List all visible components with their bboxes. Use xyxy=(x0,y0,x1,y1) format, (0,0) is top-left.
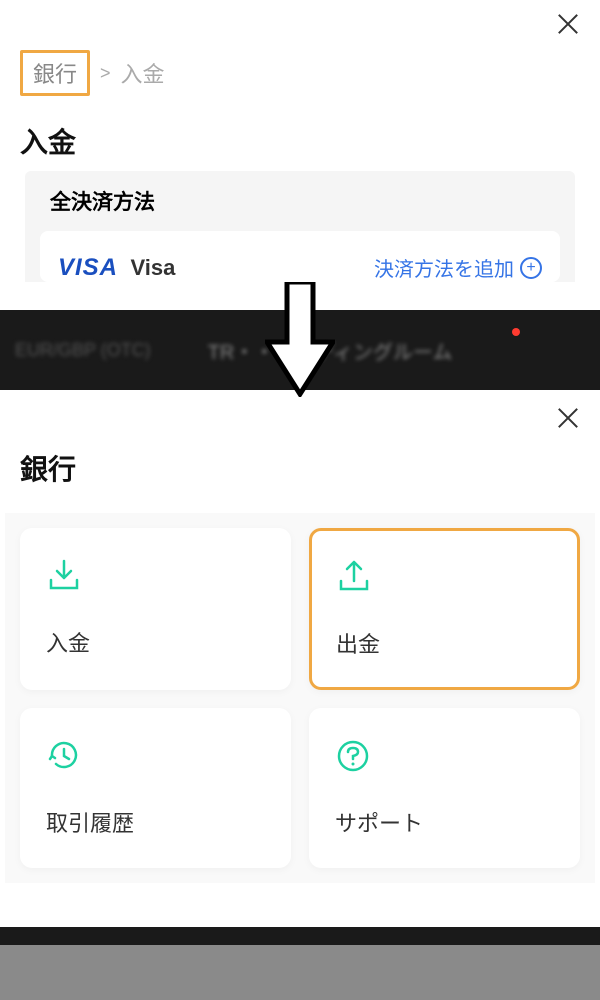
visa-label: Visa xyxy=(130,255,175,280)
tile-support[interactable]: サポート xyxy=(309,708,580,868)
breadcrumb: 銀行 > 入金 xyxy=(0,0,600,96)
close-icon xyxy=(554,404,582,432)
visa-container: VISA Visa xyxy=(58,254,175,282)
page-title-deposit: 入金 xyxy=(0,96,600,171)
bottom-panel: 銀行 入金 出金 xyxy=(0,390,600,883)
upload-icon xyxy=(336,559,372,595)
add-payment-button[interactable]: 決済方法を追加 + xyxy=(374,253,542,282)
download-icon xyxy=(46,558,82,594)
down-arrow-icon xyxy=(265,282,335,402)
tile-deposit-label: 入金 xyxy=(46,626,265,658)
footer-bar-gray xyxy=(0,945,600,1000)
footer-bar-dark xyxy=(0,927,600,945)
payment-methods-header: 全決済方法 xyxy=(25,186,575,231)
tile-withdraw-label: 出金 xyxy=(336,627,553,659)
history-icon xyxy=(46,738,82,774)
tile-history-label: 取引履歴 xyxy=(46,806,265,838)
tile-withdraw[interactable]: 出金 xyxy=(309,528,580,690)
breadcrumb-separator-icon: > xyxy=(100,63,111,84)
tile-history[interactable]: 取引履歴 xyxy=(20,708,291,868)
bank-tile-grid: 入金 出金 取引履歴 xyxy=(5,513,595,883)
page-title-bank: 銀行 xyxy=(0,398,600,513)
question-icon xyxy=(335,738,371,774)
tile-support-label: サポート xyxy=(335,806,554,838)
visa-logo-icon: VISA xyxy=(58,254,118,281)
payment-card-visa[interactable]: VISA Visa 決済方法を追加 + xyxy=(40,231,560,282)
close-button-top[interactable] xyxy=(554,10,582,38)
plus-circle-icon: + xyxy=(520,257,542,279)
currency-pair-label: EUR/GBP (OTC) xyxy=(15,340,151,361)
notification-badge-icon xyxy=(512,328,520,336)
payment-methods-section: 全決済方法 VISA Visa 決済方法を追加 + xyxy=(25,171,575,282)
tile-deposit[interactable]: 入金 xyxy=(20,528,291,690)
breadcrumb-bank[interactable]: 銀行 xyxy=(20,50,90,96)
close-button-bottom[interactable] xyxy=(554,404,582,432)
add-payment-label: 決済方法を追加 xyxy=(374,253,514,282)
close-icon xyxy=(554,10,582,38)
top-panel: 銀行 > 入金 入金 全決済方法 VISA Visa 決済方法を追加 + xyxy=(0,0,600,310)
breadcrumb-deposit: 入金 xyxy=(121,57,165,89)
